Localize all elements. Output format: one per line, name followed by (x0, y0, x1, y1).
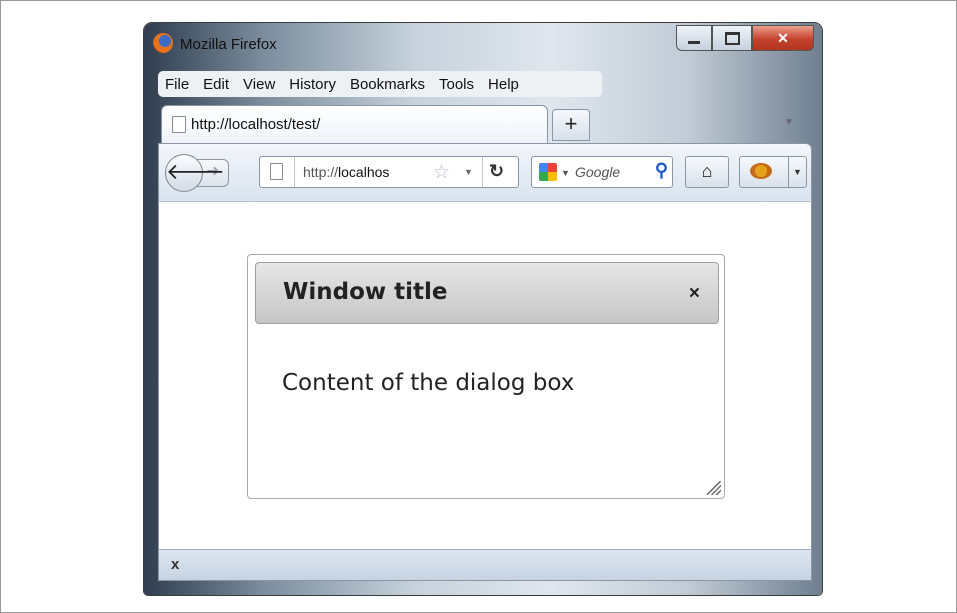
minimize-icon (688, 40, 700, 44)
firebug-dropdown-icon[interactable]: ▼ (788, 157, 806, 187)
page-content: Window title × Content of the dialog box (158, 201, 812, 551)
navigation-toolbar: 🡐 ➜ http://localhos ☆ ▼ ↻ ▼ Google ⚲ ⌂ ▼ (158, 143, 812, 202)
menu-edit[interactable]: Edit (196, 76, 236, 93)
page-icon (172, 116, 186, 133)
dialog-close-icon[interactable]: × (689, 283, 700, 305)
new-tab-button[interactable]: + (552, 109, 590, 141)
back-arrow-icon: 🡐 (166, 159, 225, 184)
status-close-icon[interactable]: x (171, 556, 179, 573)
dialog-content: Content of the dialog box (282, 370, 575, 396)
window-title: Mozilla Firefox (180, 36, 277, 53)
maximize-button[interactable] (712, 25, 752, 51)
maximize-icon (724, 31, 740, 45)
bookmark-star-icon[interactable]: ☆ (433, 161, 450, 184)
firefox-window: Mozilla Firefox ✕ File Edit View History… (144, 23, 822, 595)
firebug-icon (750, 163, 772, 179)
menu-view[interactable]: View (236, 76, 282, 93)
search-bar[interactable]: ▼ Google ⚲ (531, 156, 673, 188)
url-bar[interactable]: http://localhos ☆ ▼ ↻ (259, 156, 519, 188)
window-controls: ✕ (676, 25, 814, 51)
url-prefix: http:// (303, 164, 339, 180)
menu-tools[interactable]: Tools (432, 76, 481, 93)
close-window-button[interactable]: ✕ (752, 25, 814, 51)
tab-title: http://localhost/test/ (191, 116, 321, 133)
dialog-box: Window title × Content of the dialog box (247, 254, 725, 499)
url-text[interactable]: http://localhos (303, 164, 429, 180)
resize-handle-icon[interactable] (707, 481, 721, 495)
dialog-title: Window title (283, 279, 448, 305)
url-divider (294, 157, 295, 187)
tab-list-chevron-icon[interactable]: ▼ (784, 117, 794, 128)
back-button[interactable]: 🡐 (165, 154, 225, 192)
menu-history[interactable]: History (282, 76, 343, 93)
menu-bar: File Edit View History Bookmarks Tools H… (158, 71, 602, 97)
menu-bookmarks[interactable]: Bookmarks (343, 76, 432, 93)
url-divider-2 (482, 157, 483, 187)
search-icon[interactable]: ⚲ (655, 160, 668, 181)
url-host: localhos (338, 164, 390, 180)
search-input[interactable]: Google (575, 164, 655, 180)
home-button[interactable]: ⌂ (685, 156, 729, 188)
url-history-dropdown-icon[interactable]: ▼ (464, 167, 473, 177)
firebug-button[interactable]: ▼ (739, 156, 807, 188)
google-engine-icon[interactable] (539, 163, 557, 181)
dialog-title-bar[interactable]: Window title × (255, 262, 719, 324)
title-bar: Mozilla Firefox ✕ (144, 23, 822, 63)
status-bar: x (158, 549, 812, 581)
close-icon: ✕ (777, 29, 789, 46)
firefox-logo-icon (153, 33, 173, 53)
search-engine-dropdown-icon[interactable]: ▼ (561, 168, 570, 178)
menu-file[interactable]: File (158, 76, 196, 93)
menu-help[interactable]: Help (481, 76, 526, 93)
home-icon: ⌂ (701, 161, 713, 181)
minimize-button[interactable] (676, 25, 712, 51)
reload-icon[interactable]: ↻ (489, 161, 504, 182)
site-identity-icon[interactable] (270, 163, 283, 180)
screenshot-frame: Mozilla Firefox ✕ File Edit View History… (0, 0, 957, 613)
browser-tab[interactable]: http://localhost/test/ (161, 105, 548, 144)
